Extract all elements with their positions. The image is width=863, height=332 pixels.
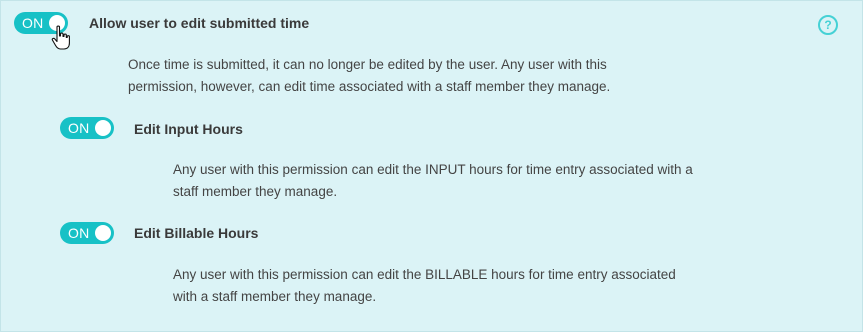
toggle-knob [95,120,111,136]
edit-input-hours-title: Edit Input Hours [134,121,243,137]
description-line: permission, however, can edit time assoc… [128,79,611,94]
hand-pointer-icon [51,25,70,50]
toggle-knob [95,225,111,241]
edit-billable-hours-description: Any user with this permission can edit t… [173,264,676,308]
description-line: with a staff member they manage. [173,289,377,304]
toggle-state-label: ON [68,225,90,241]
description-line: Once time is submitted, it can no longer… [128,57,607,72]
description-line: Any user with this permission can edit t… [173,162,693,177]
toggle-state-label: ON [22,15,44,31]
description-line: Any user with this permission can edit t… [173,267,676,282]
edit-billable-hours-toggle[interactable]: ON [60,222,114,244]
help-icon[interactable]: ? [818,15,838,35]
edit-input-hours-toggle[interactable]: ON [60,117,114,139]
permission-panel: ON Allow user to edit submitted time Onc… [0,0,863,332]
allow-edit-submitted-time-description: Once time is submitted, it can no longer… [128,54,610,98]
allow-edit-submitted-time-title: Allow user to edit submitted time [89,15,310,31]
toggle-state-label: ON [68,120,90,136]
description-line: staff member they manage. [173,184,338,199]
edit-input-hours-description: Any user with this permission can edit t… [173,159,693,203]
edit-billable-hours-title: Edit Billable Hours [134,225,259,241]
